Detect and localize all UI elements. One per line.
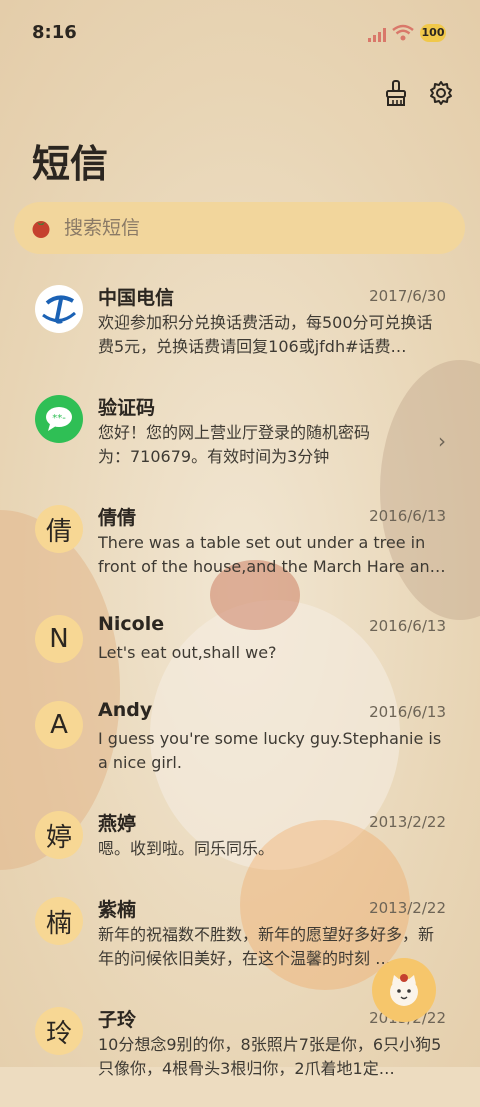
message-date: 2016/6/13 <box>369 617 446 635</box>
compose-button[interactable] <box>372 958 436 1022</box>
conversation-item[interactable]: 中国电信 2017/6/30 欢迎参加积分兑换话费活动，每500分可兑换话费5元… <box>0 275 480 385</box>
chevron-right-icon[interactable]: › <box>438 429 446 453</box>
message-preview: There was a table set out under a tree i… <box>98 533 446 576</box>
cartoon-cat-icon <box>390 974 418 1006</box>
contact-name: 子玲 <box>98 1009 137 1031</box>
message-preview: 嗯。收到啦。同乐同乐。 <box>98 839 275 858</box>
status-bar: 8:16 100 <box>0 0 480 64</box>
avatar: 倩 <box>35 505 83 553</box>
avatar: 楠 <box>35 897 83 945</box>
wifi-icon <box>392 24 414 41</box>
message-preview: 您好！您的网上营业厅登录的随机密码为：710679。有效时间为3分钟 <box>98 423 371 466</box>
avatar: N <box>35 615 83 663</box>
message-date: 2016/6/13 <box>369 703 446 721</box>
search-bar[interactable] <box>14 202 465 254</box>
settings-gear-icon[interactable] <box>426 78 456 108</box>
avatar: 婷 <box>35 811 83 859</box>
contact-name: 紫楠 <box>98 899 137 921</box>
contact-name: 验证码 <box>98 397 156 419</box>
contact-name: Nicole <box>98 613 165 635</box>
sms-bubble-icon: **- <box>35 395 83 443</box>
message-date: 2013/2/22 <box>369 813 446 831</box>
header-actions <box>382 78 456 108</box>
conversation-item[interactable]: **- 验证码 您好！您的网上营业厅登录的随机密码为：710679。有效时间为3… <box>0 385 480 495</box>
avatar: A <box>35 701 83 749</box>
search-input[interactable] <box>62 216 426 240</box>
message-preview: I guess you're some lucky guy.Stephanie … <box>98 729 442 772</box>
message-date: 2016/6/13 <box>369 507 446 525</box>
message-date: 2017/6/30 <box>369 287 446 305</box>
svg-text:**-: **- <box>52 413 66 424</box>
conversation-item[interactable]: N Nicole 2016/6/13 Let's eat out,shall w… <box>0 605 480 691</box>
message-date: 2013/2/22 <box>369 899 446 917</box>
message-preview: 10分想念9别的你，8张照片7张是你，6只小狗5只像你，4根骨头3根归你，2爪着… <box>98 1035 442 1078</box>
conversation-item[interactable]: A Andy 2016/6/13 I guess you're some luc… <box>0 691 480 801</box>
broom-icon[interactable] <box>382 78 412 108</box>
battery-indicator: 100 <box>420 24 446 42</box>
contact-name: 倩倩 <box>98 507 137 529</box>
page-title: 短信 <box>32 142 109 186</box>
telecom-logo-icon <box>35 285 83 333</box>
contact-name: 中国电信 <box>98 287 175 309</box>
message-preview: 欢迎参加积分兑换话费活动，每500分可兑换话费5元，兑换话费请回复106或jfd… <box>98 313 433 356</box>
conversation-item[interactable]: 婷 燕婷 2013/2/22 嗯。收到啦。同乐同乐。 <box>0 801 480 887</box>
message-preview: Let's eat out,shall we? <box>98 643 277 662</box>
contact-name: Andy <box>98 699 153 721</box>
tomato-icon <box>32 221 50 238</box>
contact-name: 燕婷 <box>98 813 137 835</box>
signal-icon <box>368 28 386 42</box>
conversation-item[interactable]: 倩 倩倩 2016/6/13 There was a table set out… <box>0 495 480 605</box>
status-time: 8:16 <box>32 22 77 43</box>
avatar: 玲 <box>35 1007 83 1055</box>
